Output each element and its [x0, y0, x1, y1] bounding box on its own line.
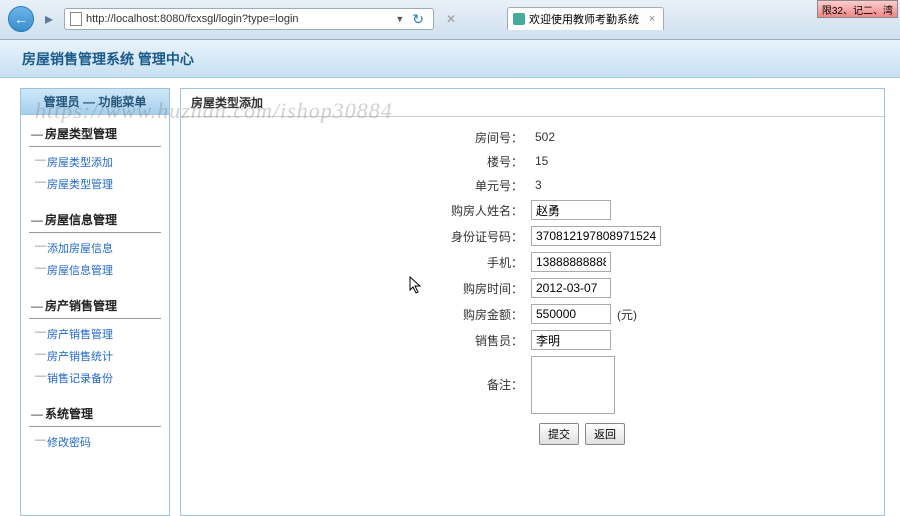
tab-favicon-icon [513, 13, 525, 25]
tab-close-icon[interactable]: × [643, 13, 655, 25]
back-button-form[interactable]: 返回 [585, 423, 625, 445]
label-phone: 手机： [181, 254, 531, 271]
label-note: 备注： [181, 356, 531, 393]
browser-chrome: ← ▸ ▼ ↻ ✕ 欢迎使用教师考勤系统 × 限32、记二、湾 [0, 0, 900, 40]
input-amount[interactable] [531, 304, 611, 324]
browser-tab[interactable]: 欢迎使用教师考勤系统 × [507, 7, 664, 30]
value-floor: 15 [531, 152, 552, 170]
page-header: 房屋销售管理系统 管理中心 [0, 40, 900, 78]
content-title: 房屋类型添加 [181, 89, 884, 117]
value-unit: 3 [531, 176, 546, 194]
refresh-icon[interactable]: ↻ [408, 11, 428, 28]
amount-unit: (元) [617, 306, 637, 323]
sidebar-item-sales-stats[interactable]: 房产销售统计 [29, 345, 161, 367]
sidebar: 管理员 — 功能菜单 房屋类型管理 房屋类型添加 房屋类型管理 房屋信息管理 添… [20, 88, 170, 516]
window-controls: 限32、记二、湾 [817, 0, 898, 18]
page-icon [70, 12, 82, 26]
input-id[interactable] [531, 226, 661, 246]
form: 房间号： 502 楼号： 15 单元号： 3 购房人姓名： 身份证号码： 手机： [181, 117, 884, 459]
sidebar-group-sales: 房产销售管理 [29, 293, 161, 319]
value-room-no: 502 [531, 128, 559, 146]
sidebar-title: 管理员 — 功能菜单 [21, 89, 169, 115]
label-date: 购房时间： [181, 280, 531, 297]
sidebar-group-room-type: 房屋类型管理 [29, 121, 161, 147]
back-button[interactable]: ← [8, 6, 34, 32]
input-buyer[interactable] [531, 200, 611, 220]
input-phone[interactable] [531, 252, 611, 272]
sidebar-item-add-room-info[interactable]: 添加房屋信息 [29, 237, 161, 259]
sidebar-item-manage-room-type[interactable]: 房屋类型管理 [29, 173, 161, 195]
sidebar-item-change-password[interactable]: 修改密码 [29, 431, 161, 453]
label-buyer: 购房人姓名： [181, 202, 531, 219]
url-input[interactable] [86, 13, 391, 25]
tab-title: 欢迎使用教师考勤系统 [529, 11, 639, 27]
label-amount: 购房金额： [181, 306, 531, 323]
sidebar-item-manage-room-info[interactable]: 房屋信息管理 [29, 259, 161, 281]
forward-button[interactable]: ▸ [40, 10, 58, 28]
stop-icon[interactable]: ✕ [440, 12, 462, 26]
url-dropdown-icon[interactable]: ▼ [395, 14, 404, 24]
input-seller[interactable] [531, 330, 611, 350]
sidebar-item-add-room-type[interactable]: 房屋类型添加 [29, 151, 161, 173]
content-panel: 房屋类型添加 房间号： 502 楼号： 15 单元号： 3 购房人姓名： 身份证… [180, 88, 885, 516]
label-room-no: 房间号： [181, 129, 531, 146]
sidebar-item-sales-manage[interactable]: 房产销售管理 [29, 323, 161, 345]
label-seller: 销售员： [181, 332, 531, 349]
label-unit: 单元号： [181, 177, 531, 194]
sidebar-group-system: 系统管理 [29, 401, 161, 427]
input-note[interactable] [531, 356, 615, 414]
input-date[interactable] [531, 278, 611, 298]
address-bar[interactable]: ▼ ↻ [64, 8, 434, 30]
sidebar-group-room-info: 房屋信息管理 [29, 207, 161, 233]
window-label: 限32、记二、湾 [817, 0, 898, 18]
sidebar-item-sales-backup[interactable]: 销售记录备份 [29, 367, 161, 389]
submit-button[interactable]: 提交 [539, 423, 579, 445]
label-floor: 楼号： [181, 153, 531, 170]
browser-tabs: 欢迎使用教师考勤系统 × [507, 7, 664, 30]
label-id: 身份证号码： [181, 228, 531, 245]
page-title: 房屋销售管理系统 管理中心 [22, 49, 194, 69]
